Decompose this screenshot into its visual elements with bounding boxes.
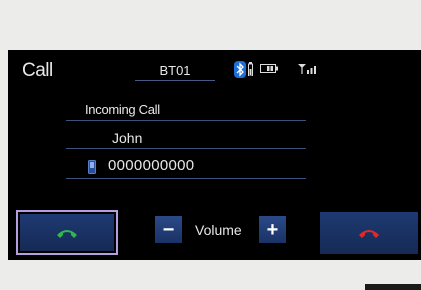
phone-number: 0000000000 [108, 157, 195, 174]
end-call-icon [359, 230, 379, 238]
call-status: Incoming Call [85, 102, 160, 117]
volume-label: Volume [195, 222, 242, 238]
divider [66, 148, 306, 149]
reference-label [365, 284, 421, 290]
bluetooth-icon [234, 61, 246, 78]
answer-call-button[interactable] [16, 210, 118, 255]
divider [66, 178, 306, 179]
caller-name: John [112, 130, 143, 146]
call-screen: Call BT01 Incoming Call John 0000000000 [8, 50, 421, 260]
screen-title: Call [22, 60, 53, 81]
signal-strength-icon [298, 64, 316, 74]
mobile-phone-icon [88, 160, 96, 174]
answer-button-face [20, 214, 114, 251]
answer-phone-icon [57, 229, 77, 238]
device-name: BT01 [135, 63, 215, 81]
battery-icon [260, 64, 278, 73]
volume-down-button[interactable]: − [155, 216, 182, 243]
volume-up-button[interactable]: + [259, 216, 286, 243]
divider [66, 120, 306, 121]
end-call-button[interactable] [320, 212, 418, 254]
phone-battery-icon [248, 62, 253, 76]
